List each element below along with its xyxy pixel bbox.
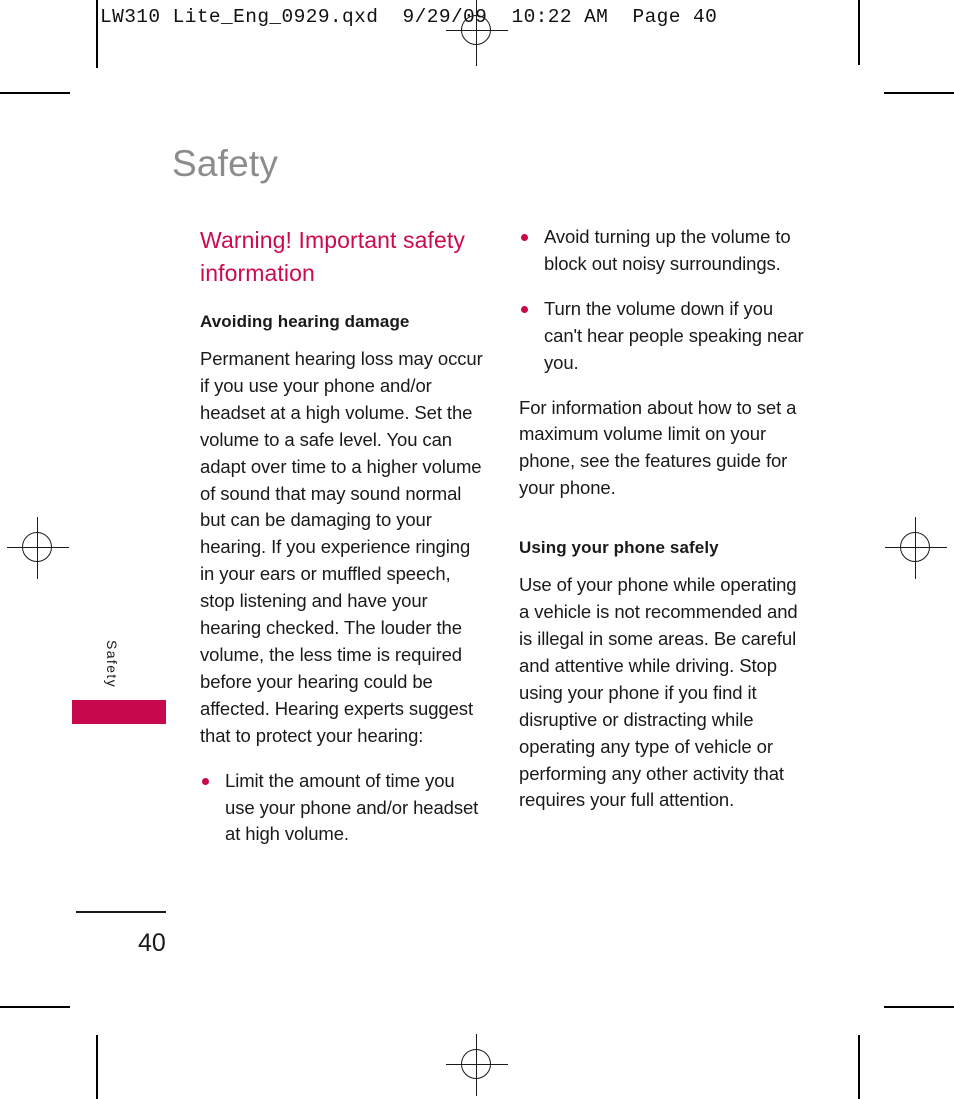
registration-ring (900, 532, 930, 562)
right-column: Avoid turning up the volume to block out… (519, 224, 806, 832)
registration-mark-bottom-center (446, 1034, 508, 1096)
list-item-text: Avoid turning up the volume to block out… (544, 226, 791, 274)
bullet-dot-icon (202, 777, 209, 785)
crop-mark-bottom-right-horizontal (884, 1006, 954, 1008)
left-column: Warning! Important safety information Av… (200, 224, 487, 866)
print-header-text: LW310 Lite_Eng_0929.qxd 9/29/09 10:22 AM… (100, 6, 718, 28)
registration-ring (461, 1049, 491, 1079)
crop-mark-bottom-right-vertical (858, 1035, 860, 1099)
registration-mark-left-center (7, 517, 69, 579)
list-item: Limit the amount of time you use your ph… (200, 768, 487, 849)
avoiding-hearing-damage-heading: Avoiding hearing damage (200, 312, 410, 331)
registration-ring (461, 15, 491, 45)
list-item-text: Limit the amount of time you use your ph… (225, 769, 479, 845)
side-tab-accent-bar (72, 700, 166, 724)
crop-mark-top-left-horizontal (0, 92, 70, 94)
crop-mark-bottom-left-horizontal (0, 1006, 70, 1008)
registration-mark-right-center (885, 517, 947, 579)
registration-ring (22, 532, 52, 562)
crop-mark-top-left-vertical (96, 0, 98, 68)
volume-limit-info-paragraph: For information about how to set a maxim… (519, 396, 797, 499)
driving-safety-paragraph: Use of your phone while operating a vehi… (519, 574, 798, 811)
list-item: Avoid turning up the volume to block out… (519, 224, 806, 278)
registration-mark-top-center (446, 0, 508, 66)
list-item: Turn the volume down if you can't hear p… (519, 296, 806, 377)
using-phone-safely-heading: Using your phone safely (519, 538, 719, 558)
crop-mark-top-right-vertical (858, 0, 860, 65)
document-page: LW310 Lite_Eng_0929.qxd 9/29/09 10:22 AM… (0, 0, 954, 1099)
hearing-protection-bullet-list: Limit the amount of time you use your ph… (200, 768, 487, 849)
side-tab-label: Safety (104, 640, 120, 689)
footer-divider (76, 911, 166, 913)
list-item-text: Turn the volume down if you can't hear p… (544, 297, 804, 373)
crop-mark-bottom-left-vertical (96, 1035, 98, 1099)
page-title: Safety (172, 143, 279, 184)
warning-heading: Warning! Important safety information (200, 227, 465, 286)
hearing-damage-paragraph: Permanent hearing loss may occur if you … (200, 348, 483, 746)
page-number: 40 (138, 929, 166, 957)
crop-mark-top-right-horizontal (884, 92, 954, 94)
bullet-dot-icon (521, 234, 528, 241)
bullet-dot-icon (521, 305, 528, 313)
volume-advice-bullet-list: Avoid turning up the volume to block out… (519, 224, 806, 377)
